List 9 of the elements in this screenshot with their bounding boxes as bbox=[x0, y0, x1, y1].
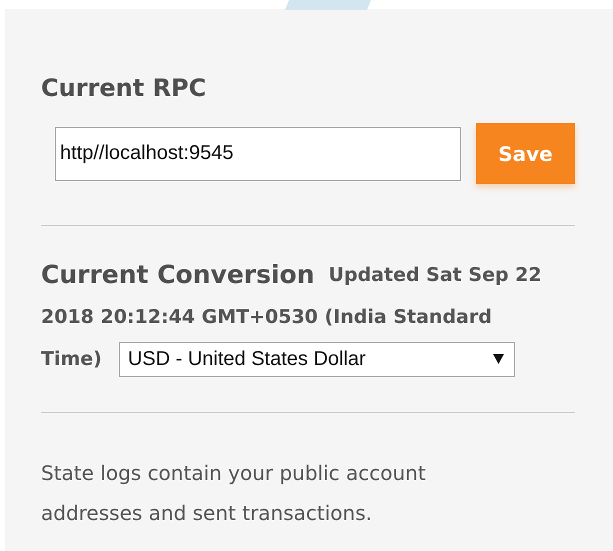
section-heading: Current Conversion bbox=[41, 260, 315, 290]
rpc-input-field[interactable]: http//localhost:9545 bbox=[55, 126, 461, 180]
updated-timestamp: 2018 20:12:44 GMT+0530 (India Standard bbox=[41, 306, 492, 328]
updated-timestamp: Time) bbox=[41, 348, 102, 370]
updated-timestamp: Updated Sat Sep 22 bbox=[328, 264, 542, 286]
section-heading: Current RPC bbox=[41, 73, 208, 103]
caret-icon bbox=[492, 354, 504, 364]
currency-dropdown[interactable]: USD - United States Dollar bbox=[118, 342, 515, 376]
state-logs-description: State logs contain your public account addresses and sent transactions. bbox=[41, 460, 427, 527]
